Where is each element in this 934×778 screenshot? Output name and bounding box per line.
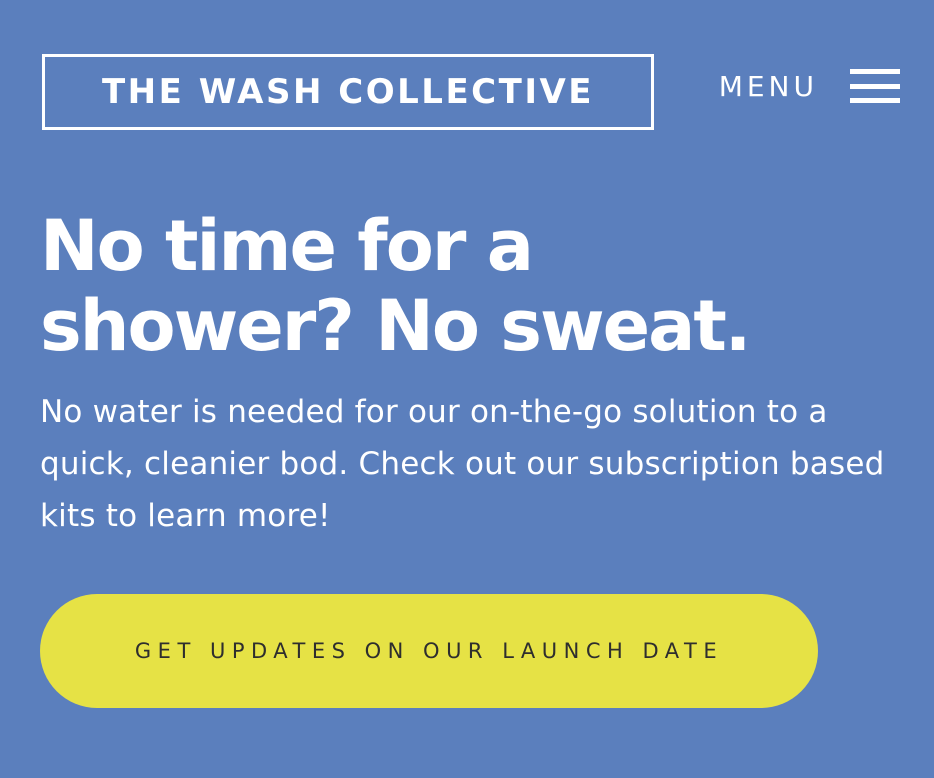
launch-updates-button[interactable]: GET UPDATES ON OUR LAUNCH DATE bbox=[40, 594, 818, 708]
hamburger-bar-top bbox=[850, 69, 900, 74]
site-header: THE WASH COLLECTIVE MENU bbox=[42, 54, 900, 130]
hamburger-icon bbox=[850, 69, 900, 103]
site-logo[interactable]: THE WASH COLLECTIVE bbox=[42, 54, 654, 130]
cta-label: GET UPDATES ON OUR LAUNCH DATE bbox=[134, 639, 724, 663]
hero-description: No water is needed for our on-the-go sol… bbox=[40, 394, 885, 534]
hero-headline: No time for a shower? No sweat. bbox=[40, 206, 900, 366]
logo-text: THE WASH COLLECTIVE bbox=[101, 72, 595, 112]
headline-line-1: No time for a bbox=[40, 205, 534, 287]
hamburger-bar-bottom bbox=[850, 98, 900, 103]
headline-line-2: shower? No sweat. bbox=[40, 285, 751, 367]
hamburger-bar-middle bbox=[850, 83, 900, 89]
menu-button[interactable]: MENU bbox=[719, 54, 900, 130]
menu-label: MENU bbox=[718, 69, 818, 103]
